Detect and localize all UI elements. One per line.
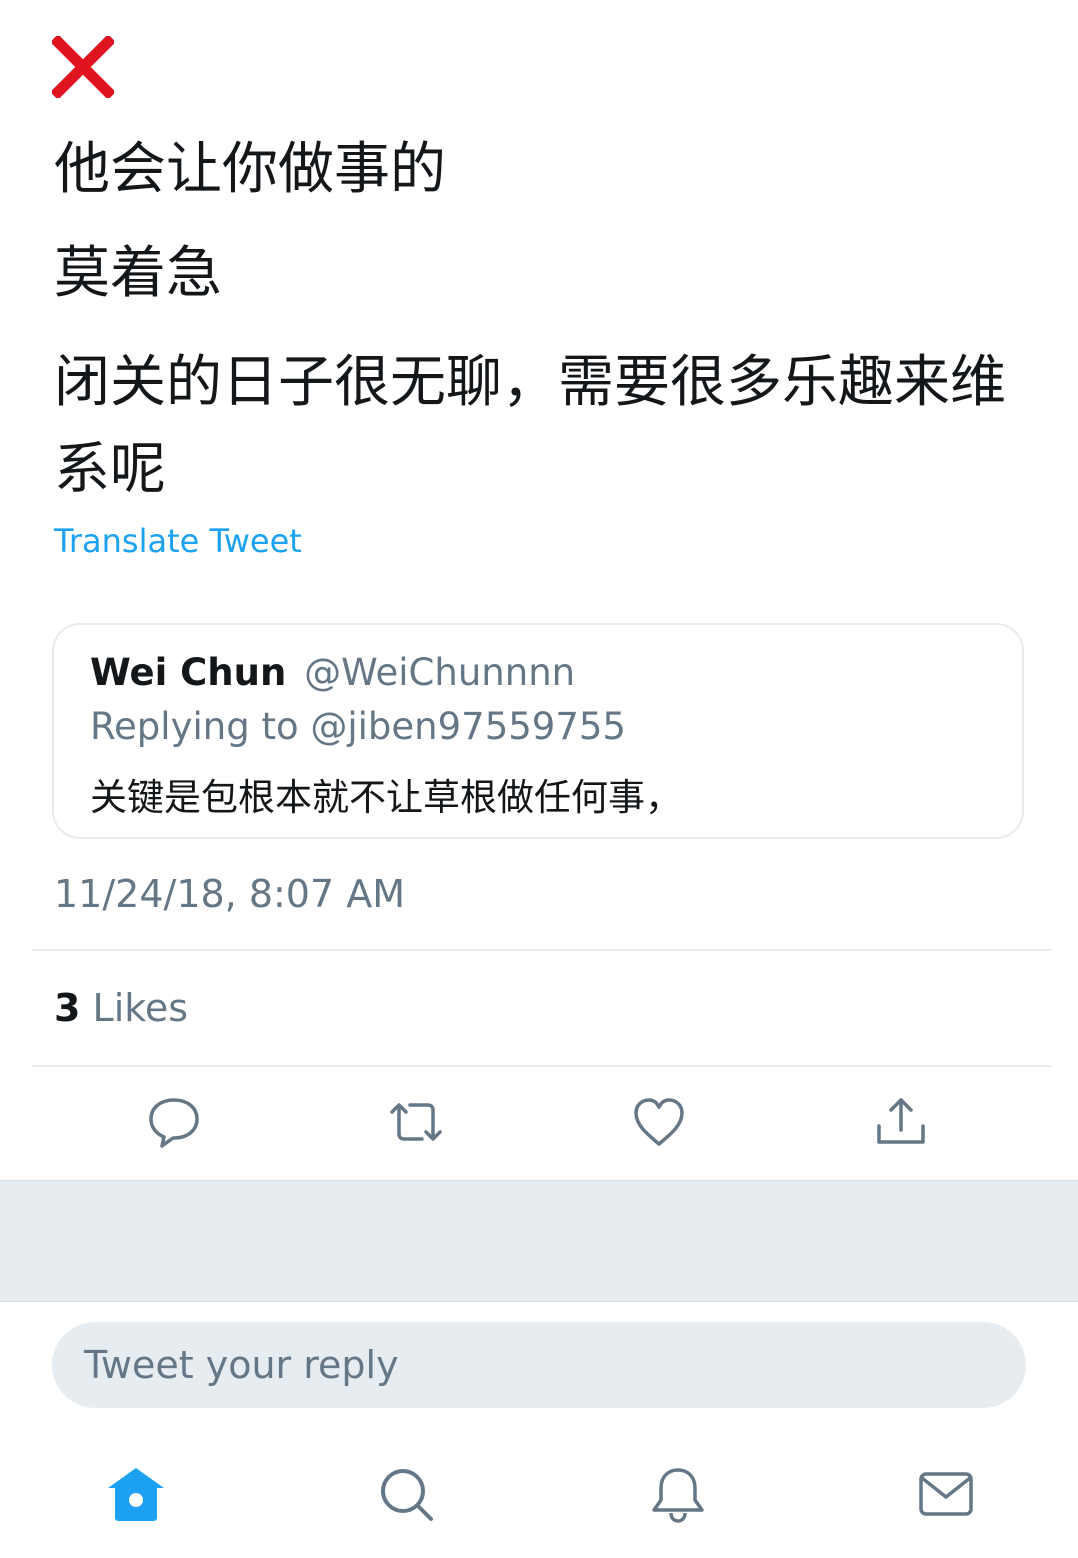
divider (32, 949, 1052, 951)
home-icon[interactable] (106, 1464, 166, 1524)
quoted-tweet-replying-to: Replying to @jiben97559755 (90, 705, 626, 748)
notifications-icon[interactable] (648, 1464, 708, 1524)
quoted-tweet-card[interactable]: Wei Chun @WeiChunnnn Replying to @jiben9… (52, 623, 1024, 839)
tweet-text-line-3: 闭关的日子很无聊，需要很多乐趣来维系呢 (54, 350, 1006, 502)
share-icon[interactable] (871, 1092, 931, 1152)
conversation-divider-band (0, 1180, 1078, 1302)
retweet-icon[interactable] (386, 1092, 446, 1152)
translate-tweet-link[interactable]: Translate Tweet (54, 522, 302, 560)
tweet-text-line-1: 他会让你做事的 (54, 137, 446, 202)
likes-number: 3 (54, 986, 81, 1030)
tweet-timestamp: 11/24/18, 8:07 AM (54, 872, 406, 916)
quoted-tweet-name: Wei Chun (90, 651, 287, 694)
divider (32, 1065, 1052, 1067)
reply-icon[interactable] (144, 1092, 204, 1152)
like-icon[interactable] (629, 1092, 689, 1152)
likes-label: Likes (92, 986, 189, 1030)
reply-input[interactable]: Tweet your reply (52, 1322, 1026, 1408)
quoted-tweet-author: Wei Chun @WeiChunnnn (90, 651, 575, 694)
quoted-tweet-text: 关键是包根本就不让草根做任何事， (90, 776, 682, 819)
reply-input-placeholder: Tweet your reply (84, 1343, 399, 1387)
red-x-icon (52, 36, 114, 98)
tweet-text-line-2: 莫着急 (54, 241, 222, 306)
likes-count[interactable]: 3 Likes (54, 986, 188, 1030)
search-icon[interactable] (376, 1464, 436, 1524)
messages-icon[interactable] (916, 1464, 976, 1524)
quoted-tweet-handle: @WeiChunnnn (304, 651, 576, 694)
